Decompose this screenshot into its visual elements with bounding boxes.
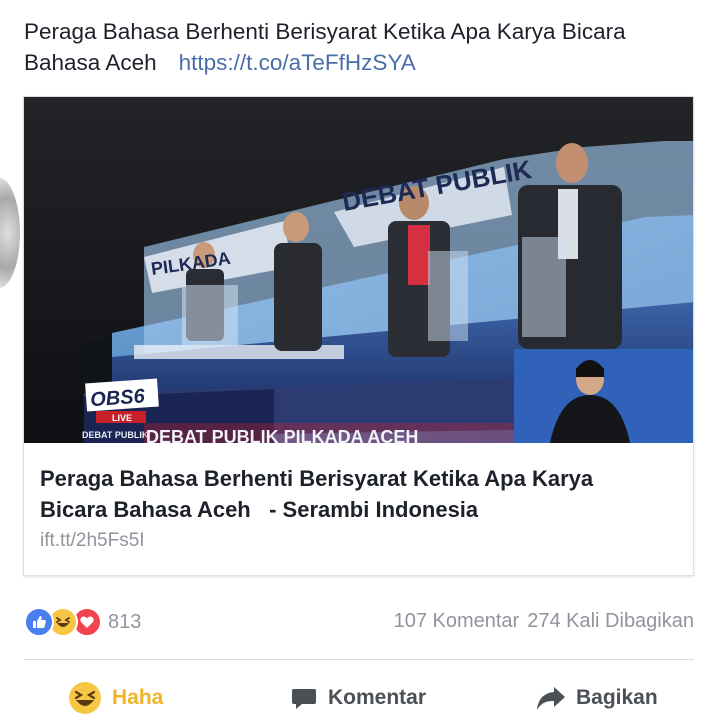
share-arrow-icon [536, 684, 566, 712]
live-badge: LIVE [112, 413, 132, 423]
comment-count[interactable]: 107 Komentar [394, 610, 520, 632]
haha-icon [68, 681, 102, 715]
reaction-stats-bar: 813 107 Komentar 274 Kali Dibagikan [24, 606, 694, 638]
comment-button[interactable]: Komentar [290, 676, 426, 720]
card-title-source: - Serambi Indonesia [269, 497, 479, 522]
comments-shares-summary[interactable]: 107 Komentar 274 Kali Dibagikan [394, 610, 694, 633]
card-image[interactable]: DEBAT PUBLIK PILKADA OBS6 LIVE DEBAT PUB… [24, 97, 693, 443]
card-title[interactable]: Peraga Bahasa Berhenti Berisyarat Ketika… [40, 463, 680, 525]
card-title-line1: Peraga Bahasa Berhenti Berisyarat Ketika… [40, 466, 594, 491]
share-label: Bagikan [576, 686, 658, 709]
haha-label: Haha [112, 686, 164, 709]
comment-icon [290, 684, 318, 712]
card-domain: ift.tt/2h5Fs5I [40, 530, 145, 551]
reaction-count: 813 [108, 610, 142, 633]
share-button[interactable]: Bagikan [536, 676, 658, 720]
debat-small-label: DEBAT PUBLIK [82, 430, 149, 440]
link-preview-card[interactable]: DEBAT PUBLIK PILKADA OBS6 LIVE DEBAT PUB… [23, 96, 694, 576]
post-text: Peraga Bahasa Berhenti Berisyarat Ketika… [24, 16, 694, 78]
channel-logo: OBS6 [90, 385, 147, 411]
card-title-line2: Bicara Bahasa Aceh [40, 497, 251, 522]
ticker-text: DEBAT PUBLIK PILKADA ACEH [146, 427, 418, 443]
post-link[interactable]: https://t.co/aTeFfHzSYA [179, 50, 416, 75]
reactions-summary[interactable]: 813 [24, 606, 141, 638]
haha-reaction-button[interactable]: Haha [68, 676, 163, 720]
action-bar: Haha Komentar Bagikan [24, 676, 694, 720]
comment-label: Komentar [328, 686, 427, 709]
share-count[interactable]: 274 Kali Dibagikan [527, 610, 694, 632]
edge-shadow-decoration [0, 178, 20, 288]
divider [24, 659, 694, 660]
like-icon [24, 607, 54, 637]
